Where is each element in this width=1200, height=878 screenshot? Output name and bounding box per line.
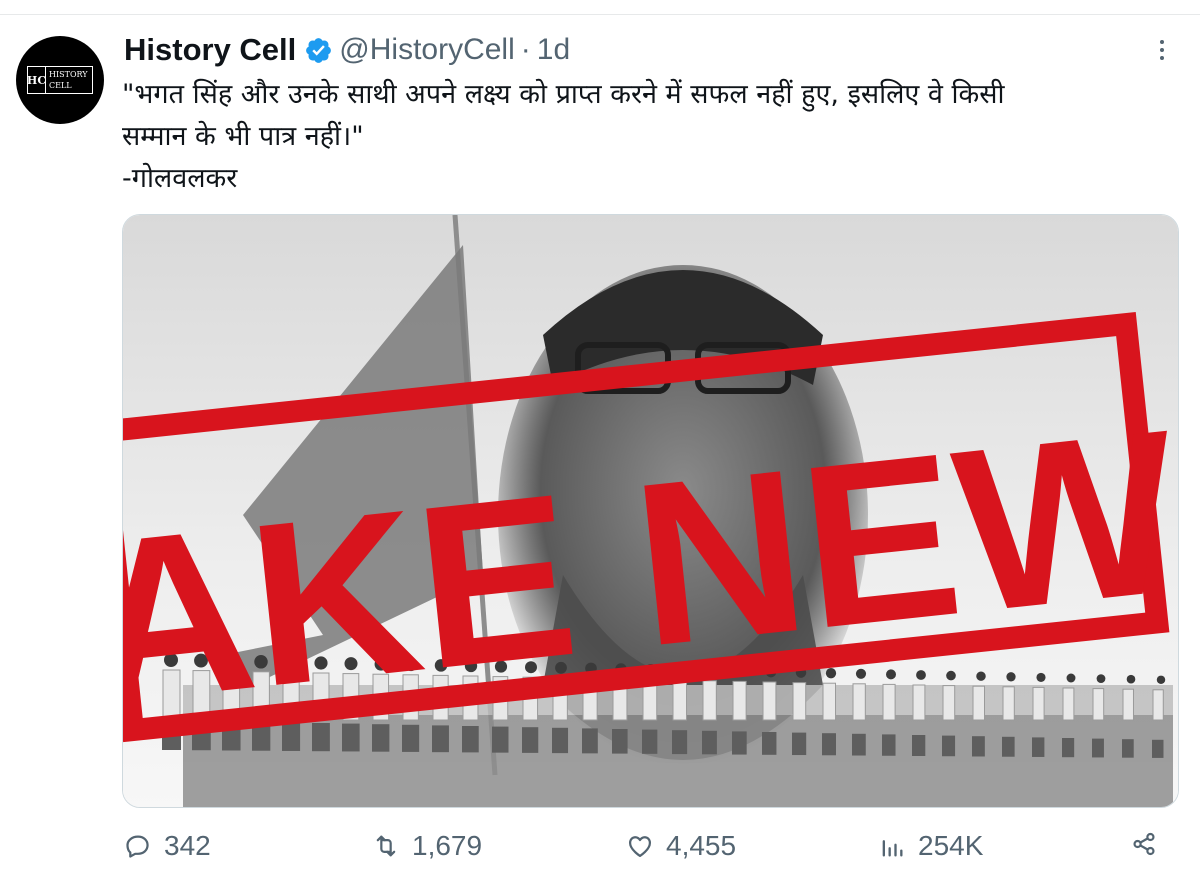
volunteer-head — [1156, 675, 1166, 685]
volunteer-shorts — [672, 730, 688, 755]
volunteer-shirt — [942, 685, 956, 721]
tweet-timestamp[interactable]: 1d — [537, 33, 570, 67]
author-avatar[interactable]: HC HISTORY CELL — [16, 36, 104, 124]
volunteer-shorts — [642, 729, 658, 754]
volunteer-shorts — [972, 736, 985, 757]
reply-count: 342 — [164, 830, 211, 861]
volunteer-head — [1096, 674, 1106, 683]
volunteer-shirt — [912, 684, 926, 721]
volunteer-shorts — [792, 732, 807, 756]
volunteer-shorts — [432, 725, 449, 753]
volunteer-shirt — [762, 681, 777, 721]
volunteer-head — [946, 670, 956, 681]
volunteer-shorts — [942, 735, 956, 757]
volunteer-shirt — [852, 683, 866, 721]
reply-button[interactable]: 342 — [124, 830, 211, 862]
volunteer-shorts — [402, 724, 420, 752]
heart-icon — [628, 836, 652, 858]
tweet-text: "भगत सिंह और उनके साथी अपने लक्ष्य को प्… — [122, 79, 1005, 194]
volunteer-shorts — [852, 733, 866, 756]
volunteer-shirt — [882, 683, 896, 721]
volunteer-shorts — [1002, 736, 1015, 757]
volunteer-head — [1126, 674, 1136, 684]
volunteer-shorts — [702, 730, 717, 755]
volunteer-shirt — [732, 680, 747, 721]
volunteer-shorts — [1062, 738, 1075, 758]
share-button[interactable] — [1130, 830, 1158, 858]
volunteer-shorts — [1152, 739, 1164, 758]
repost-button[interactable]: 1,679 — [372, 830, 482, 862]
volunteer-shorts — [762, 732, 777, 755]
speech-bubble-icon — [126, 835, 149, 858]
repost-count: 1,679 — [412, 830, 483, 861]
author-name[interactable]: History Cell — [124, 32, 296, 68]
volunteer-shorts — [732, 731, 747, 755]
volunteer-shorts — [822, 733, 836, 756]
verified-badge-icon[interactable] — [304, 36, 333, 65]
volunteer-shorts — [612, 729, 628, 754]
volunteer-head — [1006, 672, 1016, 682]
view-count: 254K — [918, 830, 984, 861]
volunteer-shorts — [912, 735, 926, 756]
volunteer-shorts — [492, 726, 509, 753]
repost-arrows-icon — [376, 835, 396, 857]
volunteer-head — [976, 671, 986, 681]
like-count: 4,455 — [666, 830, 737, 861]
volunteer-shorts — [372, 724, 390, 752]
volunteer-shirt — [1122, 688, 1134, 721]
volunteer-shirt — [1092, 688, 1105, 721]
fake-news-image: FAKE NEWS — [123, 215, 1178, 807]
volunteer-shirt — [1002, 686, 1015, 721]
volunteer-shirt — [822, 682, 837, 721]
volunteer-shirt — [1152, 689, 1164, 721]
more-vertical-icon[interactable] — [1150, 38, 1174, 62]
volunteer-shorts — [522, 727, 539, 753]
author-handle[interactable]: @HistoryCell — [339, 33, 514, 67]
volunteer-shorts — [552, 727, 569, 754]
volunteer-shirt — [972, 685, 985, 721]
tweet-actions: 342 1,679 4,455 254K — [0, 820, 1200, 870]
volunteer-head — [1036, 672, 1046, 682]
views-button[interactable]: 254K — [878, 830, 983, 862]
like-button[interactable]: 4,455 — [626, 830, 736, 862]
volunteer-shirt — [792, 682, 807, 721]
logo-monogram: HC — [27, 67, 46, 93]
volunteer-head — [886, 669, 896, 680]
volunteer-shirt — [1032, 686, 1045, 721]
volunteer-shorts — [1122, 739, 1134, 758]
top-divider — [0, 14, 1200, 15]
volunteer-head — [916, 670, 926, 680]
logo-word-2: CELL — [49, 81, 72, 90]
bar-chart-icon — [882, 840, 903, 857]
tweet-header: History Cell @HistoryCell · 1d — [124, 30, 570, 70]
volunteer-shorts — [1092, 738, 1104, 758]
volunteer-shirt — [1062, 687, 1075, 721]
volunteer-shorts — [582, 728, 598, 754]
volunteer-shorts — [1032, 737, 1045, 757]
share-icon — [1133, 832, 1155, 856]
volunteer-head — [1066, 673, 1076, 683]
tweet-media-image[interactable]: FAKE NEWS — [122, 214, 1179, 808]
volunteer-shorts — [462, 726, 479, 753]
volunteer-shorts — [882, 734, 896, 756]
logo-words: HISTORY CELL — [46, 67, 88, 93]
history-cell-logo: HC HISTORY CELL — [27, 66, 93, 94]
separator-dot: · — [520, 33, 531, 66]
logo-word-1: HISTORY — [49, 70, 88, 79]
